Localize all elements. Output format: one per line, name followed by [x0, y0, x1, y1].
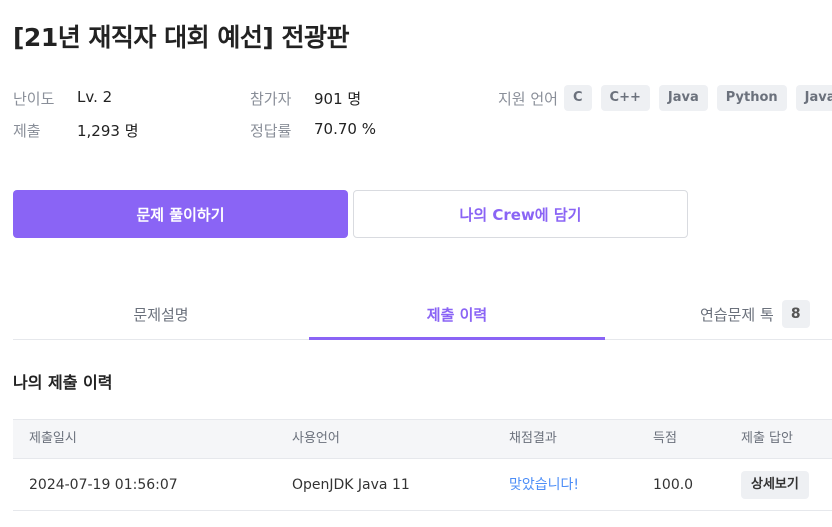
- practice-count-badge: 8: [781, 300, 810, 328]
- accuracy-value: 70.70 %: [314, 120, 376, 138]
- header-answer: 제출 답안: [741, 431, 793, 446]
- tab-history[interactable]: 제출 이력: [309, 289, 605, 339]
- tab-practice-talk[interactable]: 연습문제 톡 8: [605, 289, 832, 339]
- table-header: 제출일시 사용언어 채점결과 득점 제출 답안: [13, 419, 832, 459]
- page-title: [21년 재직자 대회 예선] 전광판: [13, 23, 349, 52]
- tab-description[interactable]: 문제설명: [13, 289, 309, 339]
- language-chip: Java: [658, 85, 708, 111]
- row-score: 100.0: [653, 477, 694, 493]
- row-result: 맞았습니다!: [509, 477, 580, 493]
- row-date: 2024-07-19 01:56:07: [29, 477, 178, 493]
- difficulty-label: 난이도: [13, 90, 55, 108]
- add-to-crew-label: 나의 Crew에 담기: [459, 205, 582, 224]
- add-to-crew-button[interactable]: 나의 Crew에 담기: [353, 190, 688, 238]
- submissions-label: 제출: [13, 122, 41, 140]
- language-chip-list: C C++ Java Python Java: [564, 85, 832, 111]
- participants-value: 901 명: [314, 90, 362, 108]
- language-chip: Java: [795, 85, 832, 111]
- submissions-value: 1,293 명: [77, 122, 139, 140]
- solve-problem-button[interactable]: 문제 풀이하기: [13, 190, 348, 238]
- difficulty-value: Lv. 2: [77, 88, 113, 106]
- row-language: OpenJDK Java 11: [292, 477, 410, 493]
- header-score: 득점: [653, 431, 677, 446]
- participants-label: 참가자: [250, 90, 292, 108]
- header-result: 채점결과: [509, 431, 557, 446]
- accuracy-label: 정답률: [250, 122, 292, 140]
- view-detail-button[interactable]: 상세보기: [741, 471, 809, 499]
- languages-label: 지원 언어: [498, 90, 558, 108]
- section-title: 나의 제출 이력: [13, 373, 113, 392]
- tab-history-label: 제출 이력: [426, 305, 488, 324]
- header-language: 사용언어: [292, 431, 340, 446]
- language-chip: C: [564, 85, 592, 111]
- active-tab-indicator: [309, 337, 605, 340]
- tab-practice-label: 연습문제 톡: [700, 305, 774, 324]
- solve-problem-label: 문제 풀이하기: [136, 205, 225, 224]
- language-chip: C++: [600, 85, 650, 111]
- language-chip: Python: [716, 85, 787, 111]
- tab-description-label: 문제설명: [133, 305, 189, 324]
- table-row: 2024-07-19 01:56:07 OpenJDK Java 11 맞았습니…: [13, 459, 832, 511]
- header-date: 제출일시: [29, 431, 77, 446]
